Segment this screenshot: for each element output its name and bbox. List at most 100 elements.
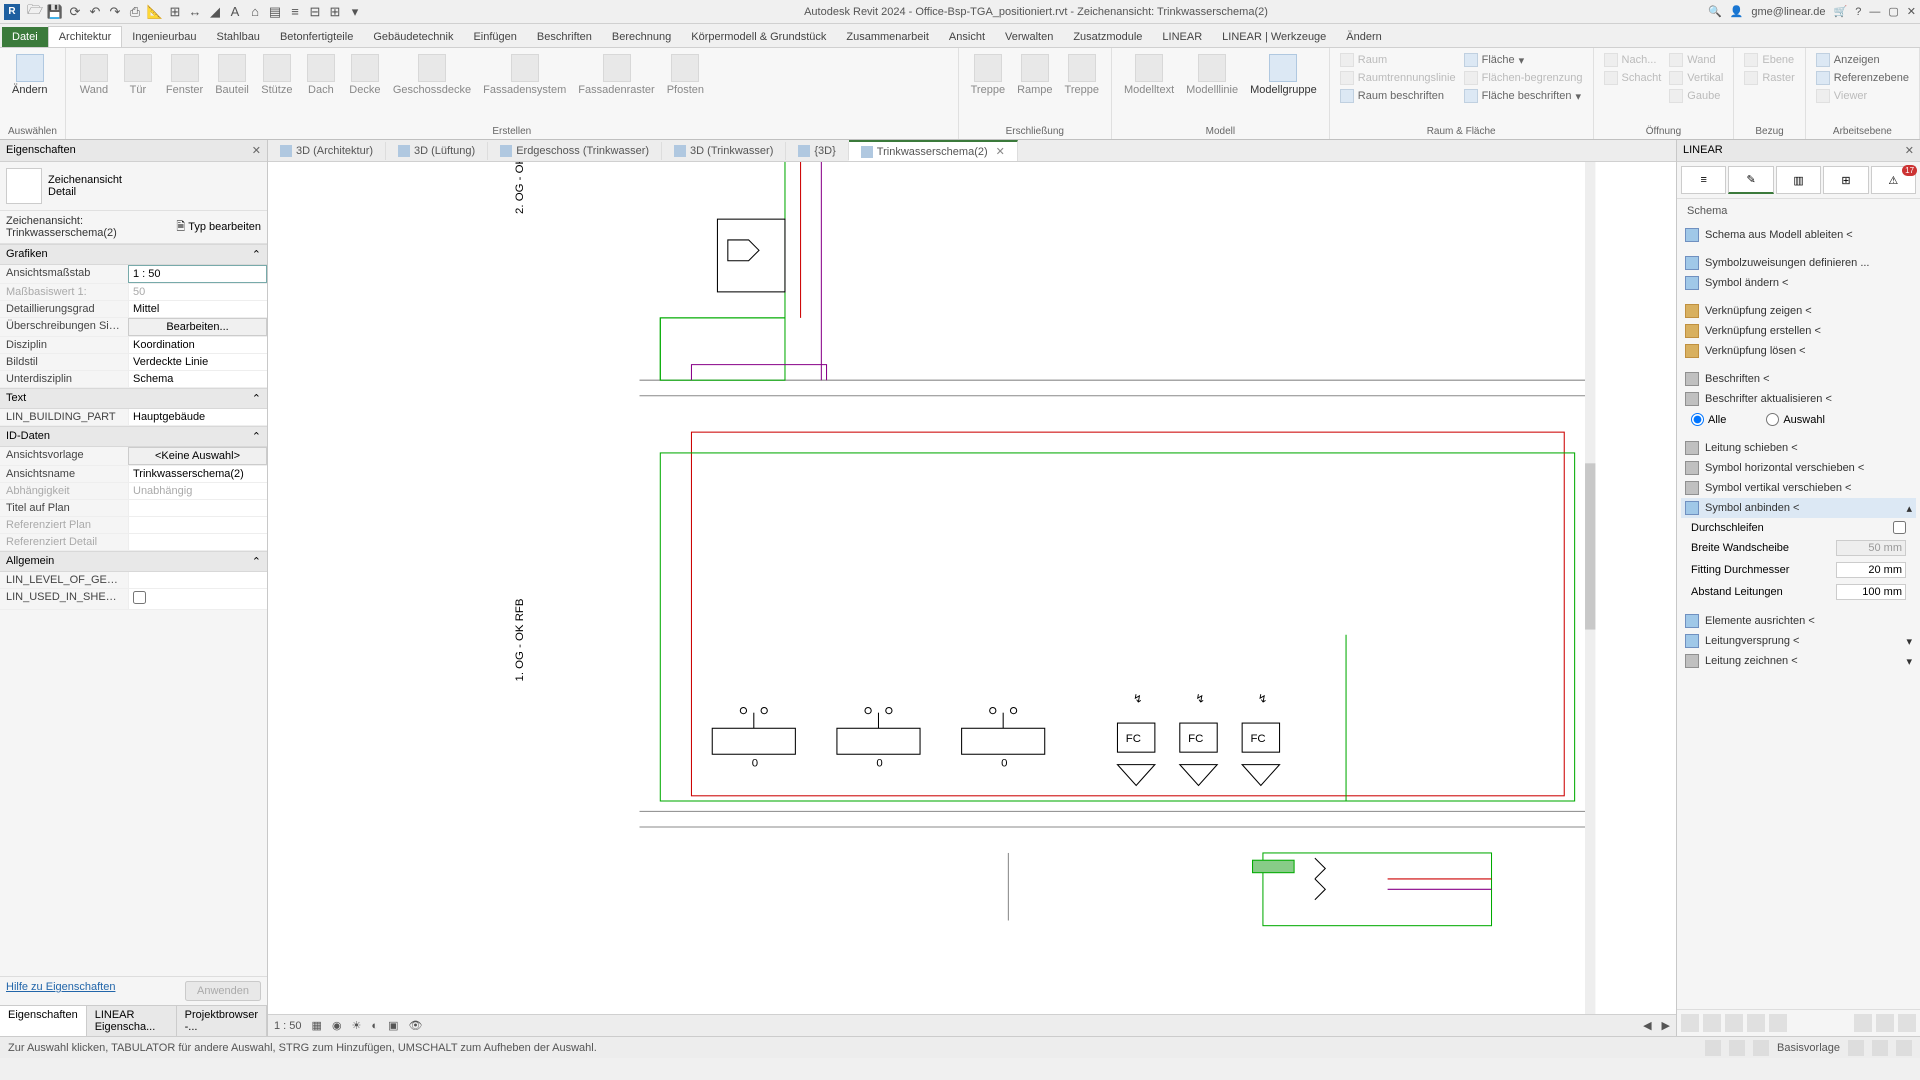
scroll-right-icon[interactable]: ▶: [1662, 1019, 1670, 1032]
lin-symbol-h[interactable]: Symbol horizontal verschieben <: [1681, 458, 1916, 478]
radio-auswahl[interactable]: Auswahl: [1766, 413, 1825, 426]
status-icon-2[interactable]: [1729, 1040, 1745, 1056]
align-icon[interactable]: ⊞: [166, 3, 184, 21]
status-icon-1[interactable]: [1705, 1040, 1721, 1056]
maximize-icon[interactable]: ▢: [1888, 5, 1898, 18]
switch-icon[interactable]: ⊞: [326, 3, 344, 21]
redo-icon[interactable]: ↷: [106, 3, 124, 21]
measure-icon[interactable]: 📐: [146, 3, 164, 21]
type-selector[interactable]: Zeichenansicht Detail: [0, 162, 267, 211]
tagroom-button[interactable]: Raum beschriften: [1338, 88, 1458, 104]
status-icon-6[interactable]: [1896, 1040, 1912, 1056]
close-window-icon[interactable]: ✕: [1907, 5, 1916, 18]
undo-icon[interactable]: ↶: [86, 3, 104, 21]
search-icon[interactable]: 🔍: [1708, 5, 1722, 18]
view-tab-trinkwasserschema[interactable]: Trinkwasserschema(2)✕: [849, 140, 1018, 161]
home-icon[interactable]: ⌂: [246, 3, 264, 21]
tab-einfuegen[interactable]: Einfügen: [463, 27, 526, 47]
tab-stahlbau[interactable]: Stahlbau: [207, 27, 270, 47]
tab-verwalten[interactable]: Verwalten: [995, 27, 1063, 47]
visual-style-icon[interactable]: ◉: [332, 1019, 342, 1032]
help-icon[interactable]: ?: [1855, 6, 1861, 18]
lin-symbol-aendern[interactable]: Symbol ändern <: [1681, 273, 1916, 293]
save-icon[interactable]: 💾: [46, 3, 64, 21]
close-panel-icon[interactable]: ✕: [252, 144, 261, 157]
view-tab-3d[interactable]: {3D}: [786, 142, 848, 160]
linused-checkbox[interactable]: [133, 591, 146, 604]
tab-zusatzmodule[interactable]: Zusatzmodule: [1063, 27, 1152, 47]
tab-gebaeudetechnik[interactable]: Gebäudetechnik: [363, 27, 463, 47]
lin-foot-5[interactable]: [1769, 1014, 1787, 1032]
tab-ansicht[interactable]: Ansicht: [939, 27, 995, 47]
lin-beschriften[interactable]: Beschriften <: [1681, 369, 1916, 389]
lin-foot-3[interactable]: [1725, 1014, 1743, 1032]
tab-eigenschaften[interactable]: Eigenschaften: [0, 1006, 87, 1036]
close-view-icon[interactable]: ✕: [996, 145, 1005, 158]
tab-linear[interactable]: LINEAR: [1152, 27, 1212, 47]
lin-tab-5[interactable]: ⚠: [1871, 166, 1916, 194]
durchschleifen-checkbox[interactable]: [1893, 521, 1906, 534]
tab-beschriften[interactable]: Beschriften: [527, 27, 602, 47]
close-linear-icon[interactable]: ✕: [1905, 144, 1914, 157]
tab-linear-werkzeuge[interactable]: LINEAR | Werkzeuge: [1212, 27, 1336, 47]
cart-icon[interactable]: 🛒: [1834, 5, 1848, 18]
lin-link-erstellen[interactable]: Verknüpfung erstellen <: [1681, 321, 1916, 341]
lin-foot-6[interactable]: [1854, 1014, 1872, 1032]
lin-leitungversprung[interactable]: Leitungversprung <▾: [1681, 631, 1916, 651]
scroll-left-icon[interactable]: ◀: [1643, 1019, 1651, 1032]
cat-iddaten[interactable]: ID-Daten⌃: [0, 426, 267, 447]
lin-beschrifter-update[interactable]: Beschrifter aktualisieren <: [1681, 389, 1916, 409]
lin-tab-2[interactable]: ✎: [1728, 166, 1773, 194]
lin-leitung-schieben[interactable]: Leitung schieben <: [1681, 438, 1916, 458]
lin-foot-8[interactable]: [1898, 1014, 1916, 1032]
user-icon[interactable]: 👤: [1730, 5, 1744, 18]
lin-foot-4[interactable]: [1747, 1014, 1765, 1032]
status-icon-5[interactable]: [1872, 1040, 1888, 1056]
lin-foot-7[interactable]: [1876, 1014, 1894, 1032]
tab-betonfertigteile[interactable]: Betonfertigteile: [270, 27, 363, 47]
lin-symbol-anbinden[interactable]: Symbol anbinden <▴: [1681, 498, 1916, 518]
lin-symbolzuweisung[interactable]: Symbolzuweisungen definieren ...: [1681, 253, 1916, 273]
crop-icon[interactable]: ▣: [388, 1019, 398, 1032]
lin-symbol-v[interactable]: Symbol vertikal verschieben <: [1681, 478, 1916, 498]
scale-label[interactable]: 1 : 50: [274, 1020, 302, 1032]
cat-allgemein[interactable]: Allgemein⌃: [0, 551, 267, 572]
tab-aendern[interactable]: Ändern: [1336, 27, 1391, 47]
tab-zusammenarbeit[interactable]: Zusammenarbeit: [836, 27, 939, 47]
lin-leitung-zeichnen[interactable]: Leitung zeichnen <▾: [1681, 651, 1916, 671]
text-icon[interactable]: A: [226, 3, 244, 21]
detail-level-icon[interactable]: ▦: [312, 1019, 322, 1032]
help-link[interactable]: Hilfe zu Eigenschaften: [6, 981, 115, 1001]
area-button[interactable]: Fläche ▾: [1462, 52, 1585, 68]
tagarea-button[interactable]: Fläche beschriften ▾: [1462, 88, 1585, 104]
modelgroup-button[interactable]: Modellgruppe: [1246, 52, 1321, 98]
lin-foot-1[interactable]: [1681, 1014, 1699, 1032]
shadow-icon[interactable]: ◐: [371, 1020, 378, 1032]
basisvorlage-label[interactable]: Basisvorlage: [1777, 1042, 1840, 1054]
lin-schema-ableiten[interactable]: Schema aus Modell ableiten <: [1681, 225, 1916, 245]
tab-berechnung[interactable]: Berechnung: [602, 27, 681, 47]
thin-icon[interactable]: ≡: [286, 3, 304, 21]
instance-label[interactable]: Zeichenansicht: Trinkwasserschema(2): [6, 215, 170, 239]
user-email[interactable]: gme@linear.de: [1751, 6, 1825, 18]
tab-linear-eigenschaften[interactable]: LINEAR Eigenscha...: [87, 1006, 177, 1036]
lin-foot-2[interactable]: [1703, 1014, 1721, 1032]
tab-ingenieurbau[interactable]: Ingenieurbau: [122, 27, 206, 47]
abstand-input[interactable]: [1836, 584, 1906, 600]
print-icon[interactable]: ⎙: [126, 3, 144, 21]
view-tab-3d-trink[interactable]: 3D (Trinkwasser): [662, 142, 786, 160]
tag-icon[interactable]: ◢: [206, 3, 224, 21]
tab-projektbrowser[interactable]: Projektbrowser -...: [177, 1006, 267, 1036]
drawing-canvas[interactable]: 1. OG - OK RFB 2. OG - OK RF: [268, 162, 1676, 1014]
minimize-icon[interactable]: —: [1869, 6, 1880, 18]
lin-link-loesen[interactable]: Verknüpfung lösen <: [1681, 341, 1916, 361]
sun-icon[interactable]: ☀: [352, 1019, 362, 1032]
dim-icon[interactable]: ↔: [186, 3, 204, 21]
section-icon[interactable]: ▤: [266, 3, 284, 21]
tab-koerpermodell[interactable]: Körpermodell & Grundstück: [681, 27, 836, 47]
view-tab-eg-trink[interactable]: Erdgeschoss (Trinkwasser): [488, 142, 662, 160]
lin-elemente-ausrichten[interactable]: Elemente ausrichten <: [1681, 611, 1916, 631]
modify-button[interactable]: Ändern: [8, 52, 51, 98]
close-views-icon[interactable]: ⊟: [306, 3, 324, 21]
tab-architektur[interactable]: Architektur: [48, 26, 123, 47]
